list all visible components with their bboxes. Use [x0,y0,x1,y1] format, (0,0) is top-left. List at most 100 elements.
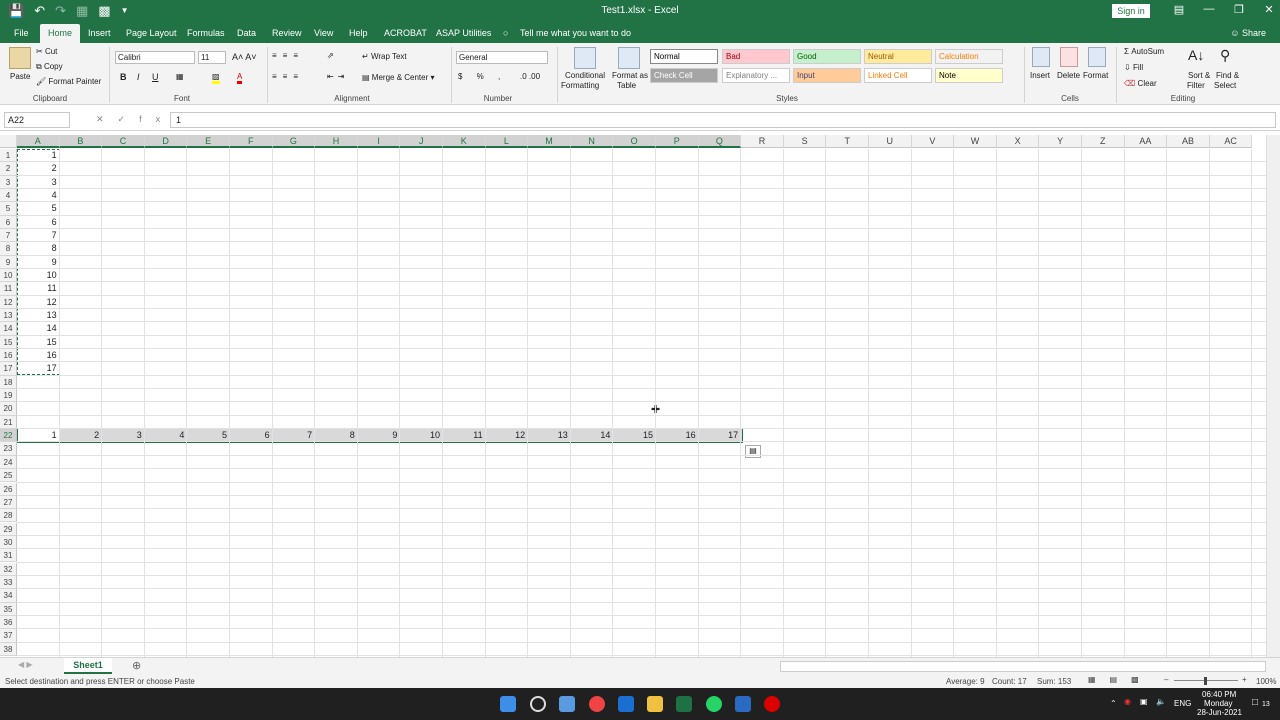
delete-cells-button[interactable]: Delete [1057,71,1080,80]
row-header[interactable]: 33 [0,575,17,590]
italic-button[interactable]: I [137,72,140,82]
row-header[interactable]: 12 [0,295,17,310]
cell-value[interactable]: 1 [17,149,60,162]
autosum-button[interactable]: Σ AutoSum [1124,47,1164,56]
chrome-icon[interactable] [589,696,605,712]
row-header[interactable]: 31 [0,549,17,563]
insert-cells-button[interactable]: Insert [1030,71,1050,80]
clock-time[interactable]: 06:40 PM [1202,690,1236,699]
row-header[interactable]: 32 [0,562,17,576]
row-header[interactable]: 26 [0,482,17,496]
column-header[interactable]: D [144,135,188,148]
row-header[interactable]: 2 [0,162,17,176]
cell-value[interactable]: 16 [17,349,60,362]
column-header[interactable]: X [996,135,1040,148]
tab-file[interactable]: File [14,28,29,38]
fill-button[interactable]: ⇩ Fill [1124,63,1143,72]
cell-value[interactable]: 11 [443,429,486,442]
format-cells-icon[interactable] [1088,47,1106,67]
column-header[interactable]: S [783,135,827,148]
row-header[interactable]: 25 [0,469,17,483]
row-header[interactable]: 16 [0,349,17,363]
cell-value[interactable]: 16 [656,429,699,442]
cell-value[interactable]: 15 [613,429,656,442]
cell-style-5[interactable]: Check Cell [650,68,718,83]
row-header[interactable]: 20 [0,402,17,416]
cell-value[interactable]: 2 [17,162,60,175]
cell-value[interactable]: 14 [17,322,60,335]
cell-value[interactable]: 7 [273,429,316,442]
format-painter-button[interactable]: 🖌 Format Painter [36,77,101,86]
cell-style-0[interactable]: Normal [650,49,718,64]
column-header[interactable]: AA [1124,135,1168,148]
cell-value[interactable]: 8 [315,429,358,442]
notification-icon[interactable]: □ [1252,697,1258,708]
paste-button[interactable]: Paste [10,72,30,81]
fill-color-icon[interactable]: ▨ [212,72,220,84]
paste-options-icon[interactable]: ▤ [745,445,761,458]
row-header[interactable]: 4 [0,189,17,203]
cut-button[interactable]: ✂ Cut [36,47,57,56]
row-header[interactable]: 13 [0,309,17,323]
start-icon[interactable] [500,696,516,712]
sheet-tab-sheet1[interactable]: Sheet1 [64,658,112,674]
cell-style-4[interactable]: Calculation [935,49,1003,64]
column-header[interactable]: K [443,135,486,148]
row-header[interactable]: 30 [0,535,17,550]
insert-cells-icon[interactable] [1032,47,1050,67]
sort-filter-icon[interactable]: A↓ [1188,47,1204,63]
column-header[interactable]: R [741,135,784,148]
paste-icon[interactable] [9,47,31,69]
row-header[interactable]: 8 [0,242,17,256]
cell-value[interactable]: 13 [528,429,571,442]
conditional-formatting-button[interactable]: Conditional [565,71,605,80]
cell-value[interactable]: 1 [17,429,60,442]
cell-value[interactable]: 17 [699,429,742,442]
tray-chevron-icon[interactable]: ⌃ [1110,699,1117,708]
column-header[interactable]: H [315,135,358,148]
number-format-icons[interactable]: $ % , [458,72,506,81]
view-mode-icons[interactable]: ▦▤▩ [1088,675,1153,684]
cell-value[interactable]: 10 [17,269,60,282]
tab-page-layout[interactable]: Page Layout [126,28,177,38]
copy-button[interactable]: ⧉ Copy [36,62,63,72]
add-sheet-icon[interactable]: ⊕ [132,659,141,672]
cell-value[interactable]: 13 [17,309,60,322]
whatsapp-icon[interactable] [706,696,722,712]
wrap-text-button[interactable]: ↵ Wrap Text [362,52,407,61]
vertical-align-icons[interactable]: ≡≡≡ [272,51,304,60]
ribbon-display-icon[interactable]: ▤ [1164,3,1194,16]
row-header[interactable]: 19 [0,389,17,403]
network-icon[interactable]: ▣ [1140,697,1148,706]
column-header[interactable]: Q [698,135,742,148]
cell-value[interactable]: 7 [17,229,60,242]
format-as-table-button[interactable]: Format as [612,71,648,80]
sheet-nav-icons[interactable]: ◀ ▶ [18,660,33,669]
cell-value[interactable]: 6 [230,429,273,442]
merge-center-button[interactable]: ▤ Merge & Center ▾ [362,73,435,82]
tab-review[interactable]: Review [272,28,302,38]
row-header[interactable]: 11 [0,282,17,296]
restore-icon[interactable]: ❐ [1224,3,1254,16]
cell-value[interactable]: 4 [17,189,60,202]
column-header[interactable]: W [954,135,997,148]
column-header[interactable]: A [17,135,60,148]
cell-value[interactable]: 4 [145,429,188,442]
share-button[interactable]: ☺ Share [1230,28,1266,38]
decimal-icons[interactable]: .0 .00 [520,72,540,81]
font-grow-shrink-icons[interactable]: A˄ A˅ [232,52,257,62]
row-header[interactable]: 38 [0,642,17,656]
cell-style-7[interactable]: Input [793,68,861,83]
tab-formulas[interactable]: Formulas [187,28,225,38]
fx-icon[interactable]: fx [139,114,174,124]
app-icon[interactable] [735,696,751,712]
underline-button[interactable]: U [152,72,159,82]
horizontal-scrollbar[interactable] [780,661,1266,672]
column-header[interactable]: E [187,135,230,148]
conditional-formatting-icon[interactable] [574,47,596,69]
record-tray-icon[interactable]: ◉ [1124,697,1131,706]
row-header[interactable]: 21 [0,415,17,430]
orientation-icon[interactable]: ⇗ [327,51,334,60]
row-header[interactable]: 18 [0,375,17,390]
cell-value[interactable]: 10 [400,429,443,442]
